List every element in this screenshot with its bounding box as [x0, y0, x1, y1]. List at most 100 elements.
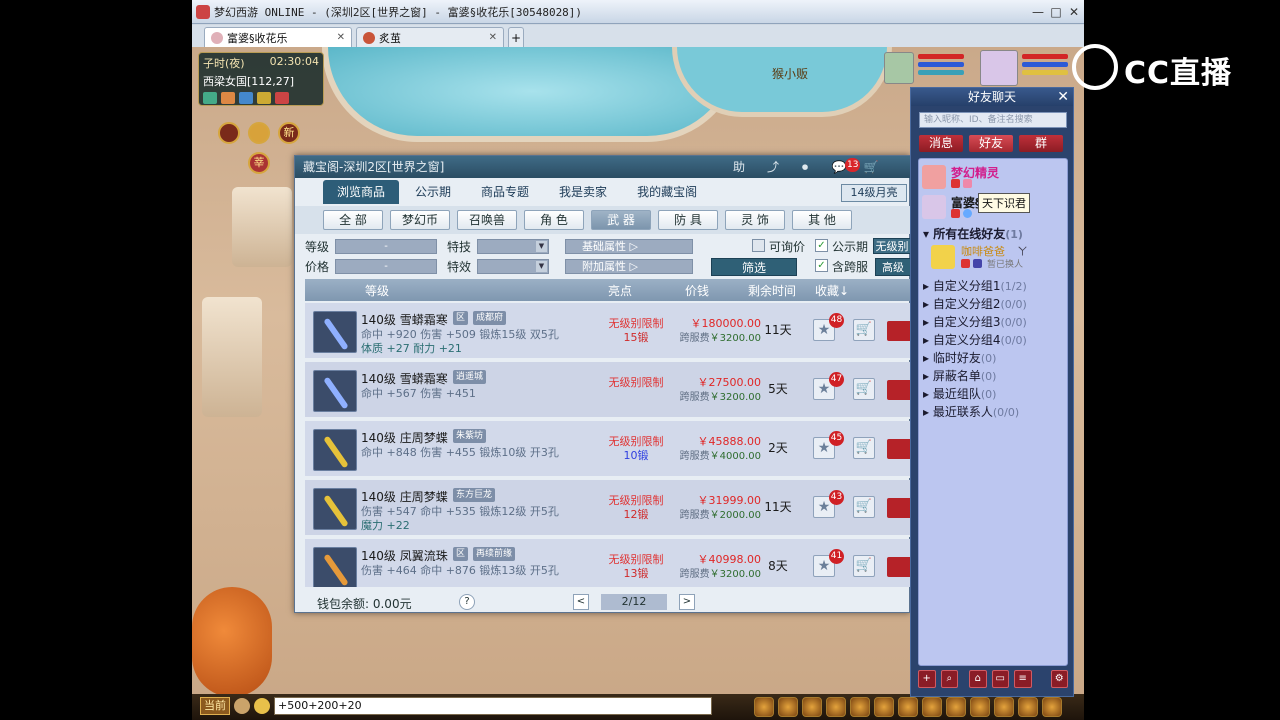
base-attribute-select[interactable]: 基础属性 ▷ [565, 239, 693, 254]
weapon-icon[interactable] [313, 429, 357, 471]
category-accessories[interactable]: 灵 饰 [725, 210, 785, 230]
tab-topics[interactable]: 商品专题 [467, 180, 543, 204]
share-icon[interactable]: ⤴ [765, 160, 781, 174]
online-friend-entry[interactable]: 咖啡爸爸 ㄚ 暂已换人 [921, 243, 1067, 271]
friend-group[interactable]: ▸ 自定义分组2(0/0) [923, 295, 1027, 312]
team-icon[interactable] [850, 697, 870, 717]
calendar-icon[interactable] [275, 92, 289, 104]
badge-icon[interactable] [218, 122, 240, 144]
category-all[interactable]: 全 部 [323, 210, 383, 230]
mail-icon[interactable] [221, 92, 235, 104]
friend-group[interactable]: ▸ 自定义分组1(1/2) [923, 277, 1027, 294]
friend-group[interactable]: ▸ 临时好友(0) [923, 349, 996, 366]
chat-input[interactable]: +500+200+20 [274, 697, 712, 715]
tab-zhijian[interactable]: 炙茧 ✕ [356, 27, 504, 47]
level-range-input[interactable]: - [335, 239, 437, 254]
add-to-cart-icon[interactable]: 🛒 [853, 378, 875, 400]
map-location[interactable]: 西梁女国[112,27] [203, 73, 319, 89]
record-icon[interactable]: ⏺ [797, 160, 813, 174]
restore-button[interactable]: □ [1048, 4, 1064, 20]
home-icon[interactable]: ⌂ [969, 670, 987, 688]
no-level-button[interactable]: 无级别 [873, 238, 911, 254]
gift-icon[interactable] [257, 92, 271, 104]
tab-friends[interactable]: 好友 [969, 135, 1013, 152]
category-pets[interactable]: 召唤兽 [457, 210, 517, 230]
col-price[interactable]: 价钱 [685, 282, 709, 299]
buy-button[interactable] [887, 321, 911, 341]
weapon-icon[interactable] [313, 488, 357, 530]
sun-icon[interactable] [248, 122, 270, 144]
tab-messages[interactable]: 消息 [919, 135, 963, 152]
buy-button[interactable] [887, 557, 911, 577]
table-row[interactable]: 140级 雪蟒霜寒 逍遥城 命中 +567 伤害 +451 无级别限制 ￥27500.0… [305, 362, 911, 419]
friend-icon[interactable] [970, 697, 990, 717]
table-row[interactable]: 140级 庄周梦蝶 东方巨龙 伤害 +547 命中 +535 锻炼12级 开5孔 魔力… [305, 480, 911, 537]
add-to-cart-icon[interactable]: 🛒 [853, 437, 875, 459]
group-online[interactable]: ▾ 所有在线好友(1) [923, 225, 1023, 242]
help-button[interactable]: ? [459, 594, 475, 610]
buy-button[interactable] [887, 380, 911, 400]
table-row[interactable]: 140级 雪蟒霜寒区成都府 命中 +920 伤害 +509 锻炼15级 双5孔 体质… [305, 303, 911, 360]
friend-search-input[interactable]: 输入昵称、ID、备注名搜索 [919, 112, 1067, 128]
skill-select[interactable]: ▼ [477, 239, 549, 254]
pet-icon[interactable] [874, 697, 894, 717]
friend-group[interactable]: ▸ 屏蔽名单(0) [923, 367, 996, 384]
quest-icon[interactable] [898, 697, 918, 717]
tab-close-icon[interactable]: ✕ [479, 32, 497, 43]
emoji-icon[interactable] [254, 698, 270, 714]
activity-icon[interactable]: 莘 [248, 152, 270, 174]
next-page-button[interactable]: > [679, 594, 695, 610]
cross-server-checkbox[interactable]: ✓ [815, 259, 828, 272]
tab-rich-lady[interactable]: 富婆§收花乐 ✕ [204, 27, 352, 47]
level-badge[interactable]: 14级月亮 [841, 184, 907, 202]
friend-group[interactable]: ▸ 最近组队(0) [923, 385, 996, 402]
buy-button[interactable] [887, 498, 911, 518]
prev-page-button[interactable]: < [573, 594, 589, 610]
buy-button[interactable] [887, 439, 911, 459]
tab-groups[interactable]: 群 [1019, 135, 1063, 152]
help-icon[interactable]: 助 [731, 160, 747, 174]
globe-icon[interactable] [239, 92, 253, 104]
menu-icon[interactable]: ≡ [1014, 670, 1032, 688]
friend-group[interactable]: ▸ 最近联系人(0/0) [923, 403, 1019, 420]
add-to-cart-icon[interactable]: 🛒 [853, 496, 875, 518]
settings-icon[interactable] [1042, 697, 1062, 717]
col-remaining[interactable]: 剩余时间 [748, 282, 796, 299]
friend-group[interactable]: ▸ 自定义分组3(0/0) [923, 313, 1027, 330]
attack-icon[interactable] [754, 697, 774, 717]
add-friend-icon[interactable]: + [918, 670, 936, 688]
microphone-icon[interactable] [234, 698, 250, 714]
table-row[interactable]: 140级 庄周梦蝶 朱紫坊 命中 +848 伤害 +455 锻炼10级 开3孔 无级别… [305, 421, 911, 478]
category-other[interactable]: 其 他 [792, 210, 852, 230]
channel-button[interactable]: 当前 [200, 697, 230, 715]
category-coins[interactable]: 梦幻币 [390, 210, 450, 230]
window-icon[interactable]: ▭ [991, 670, 1009, 688]
advanced-button[interactable]: 高级 [875, 258, 911, 276]
tab-seller[interactable]: 我是卖家 [545, 180, 621, 204]
pet-portrait[interactable] [884, 52, 914, 84]
system-icon[interactable] [1018, 697, 1038, 717]
tab-browse[interactable]: 浏览商品 [323, 180, 400, 204]
friend-group[interactable]: ▸ 自定义分组4(0/0) [923, 331, 1027, 348]
weapon-icon[interactable] [313, 547, 357, 587]
effect-select[interactable]: ▼ [477, 259, 549, 274]
shop-icon[interactable] [994, 697, 1014, 717]
tab-my-market[interactable]: 我的藏宝阁 [623, 180, 711, 204]
search-icon[interactable]: ⌕ [940, 670, 958, 688]
public-period-checkbox[interactable]: ✓ [815, 239, 828, 252]
tab-close-icon[interactable]: ✕ [327, 32, 345, 43]
new-icon[interactable]: 新 [278, 122, 300, 144]
chat-close-icon[interactable]: ✕ [1057, 88, 1069, 106]
gear-icon[interactable]: ⚙ [1050, 670, 1068, 688]
weapon-icon[interactable] [313, 311, 357, 353]
new-tab-button[interactable]: + [508, 27, 524, 47]
negotiable-checkbox[interactable] [752, 239, 765, 252]
table-row[interactable]: 140级 凤翼流珠区再续前缘 伤害 +464 命中 +876 锻炼13级 开5孔无… [305, 539, 911, 587]
category-weapons[interactable]: 武 器 [591, 210, 651, 230]
category-armor[interactable]: 防 具 [658, 210, 718, 230]
trade-icon[interactable] [826, 697, 846, 717]
add-to-cart-icon[interactable]: 🛒 [853, 555, 875, 577]
category-characters[interactable]: 角 色 [524, 210, 584, 230]
col-level[interactable]: 等级 [365, 282, 389, 299]
map-icon[interactable] [203, 92, 217, 104]
